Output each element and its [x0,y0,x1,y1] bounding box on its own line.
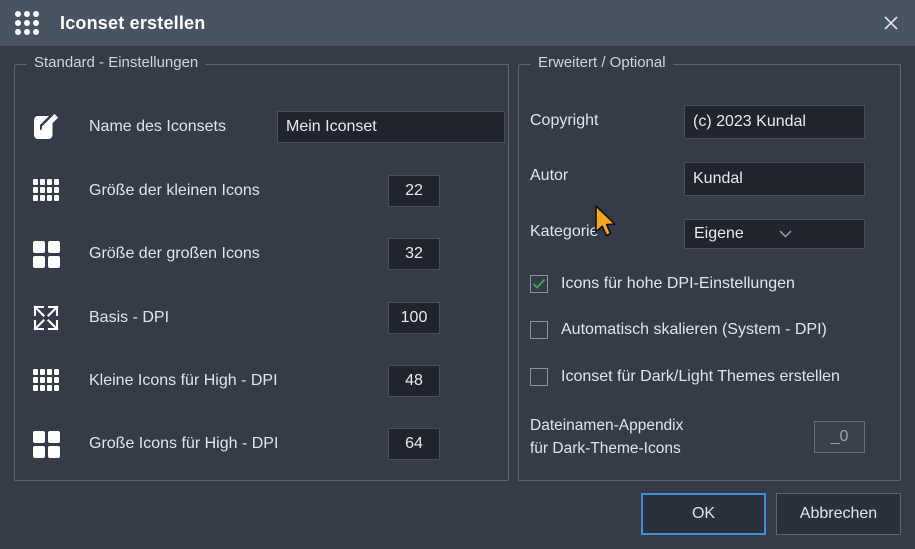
label-filename-appendix-line2: für Dark-Theme-Icons [530,440,681,457]
category-dropdown-value: Eigene [694,225,744,242]
author-input[interactable] [684,162,865,196]
filename-appendix-input[interactable] [814,421,865,453]
chevron-down-icon [779,230,855,238]
large-icons-high-dpi-input[interactable] [388,428,440,460]
category-dropdown[interactable]: Eigene [684,219,865,249]
label-author: Autor [530,167,569,184]
expand-arrows-icon [25,296,67,340]
checkbox-high-dpi-icons[interactable]: Icons für hohe DPI-Einstellungen [530,275,795,293]
grid-large-icon [25,232,67,276]
large-icon-size-input[interactable] [388,238,440,270]
row-iconset-name: Name des Iconsets [15,105,508,149]
dialog-window: Iconset erstellen Standard - Einstellung… [0,0,915,549]
grid-dots-icon [14,10,40,36]
grid-small-icon [25,359,67,403]
cancel-button[interactable]: Abbrechen [776,493,901,535]
check-icon [532,278,546,289]
label-large-icon-size: Größe der großen Icons [89,245,260,262]
grid-large-icon [25,422,67,466]
row-large-icon-size: Größe der großen Icons [15,232,508,276]
row-base-dpi: Basis - DPI [15,296,508,340]
row-large-icons-high-dpi: Große Icons für High - DPI [15,422,508,466]
checkbox-label-dark-light-themes: Iconset für Dark/Light Themes erstellen [561,368,840,385]
label-iconset-name: Name des Iconsets [89,118,226,135]
standard-settings-group: Standard - Einstellungen Name des Iconse… [14,54,509,481]
label-small-icons-high-dpi: Kleine Icons für High - DPI [89,372,278,389]
checkbox-auto-scale[interactable]: Automatisch skalieren (System - DPI) [530,321,827,339]
label-large-icons-high-dpi: Große Icons für High - DPI [89,435,279,452]
copyright-input[interactable] [684,105,865,139]
close-icon [884,16,898,30]
cancel-button-label: Abbrechen [799,505,878,522]
ok-button[interactable]: OK [641,493,766,535]
label-copyright: Copyright [530,112,599,129]
standard-group-title: Standard - Einstellungen [27,54,206,71]
label-small-icon-size: Größe der kleinen Icons [89,182,260,199]
checkbox-box [530,321,548,339]
small-icons-high-dpi-input[interactable] [388,365,440,397]
iconset-name-input[interactable] [277,111,505,143]
pencil-edit-icon-svg [34,114,59,139]
checkbox-label-high-dpi-icons: Icons für hohe DPI-Einstellungen [561,275,795,292]
title-bar: Iconset erstellen [0,0,915,46]
label-filename-appendix: Dateinamen-Appendix für Dark-Theme-Icons [530,414,683,460]
label-category: Kategorie [530,223,599,240]
label-base-dpi: Basis - DPI [89,309,170,326]
pencil-edit-icon [25,105,67,149]
base-dpi-input[interactable] [388,302,440,334]
row-small-icon-size: Größe der kleinen Icons [15,169,508,213]
small-icon-size-input[interactable] [388,175,440,207]
window-title: Iconset erstellen [60,12,206,33]
advanced-group-title: Erweitert / Optional [531,54,673,71]
label-filename-appendix-line1: Dateinamen-Appendix [530,417,684,434]
checkbox-dark-light-themes[interactable]: Iconset für Dark/Light Themes erstellen [530,368,840,386]
close-button[interactable] [867,0,915,46]
expand-arrows-icon-svg [33,305,59,331]
checkbox-box [530,275,548,293]
checkbox-box [530,368,548,386]
checkbox-label-auto-scale: Automatisch skalieren (System - DPI) [561,321,827,338]
row-small-icons-high-dpi: Kleine Icons für High - DPI [15,359,508,403]
ok-button-label: OK [691,505,716,522]
grid-small-icon [25,169,67,213]
